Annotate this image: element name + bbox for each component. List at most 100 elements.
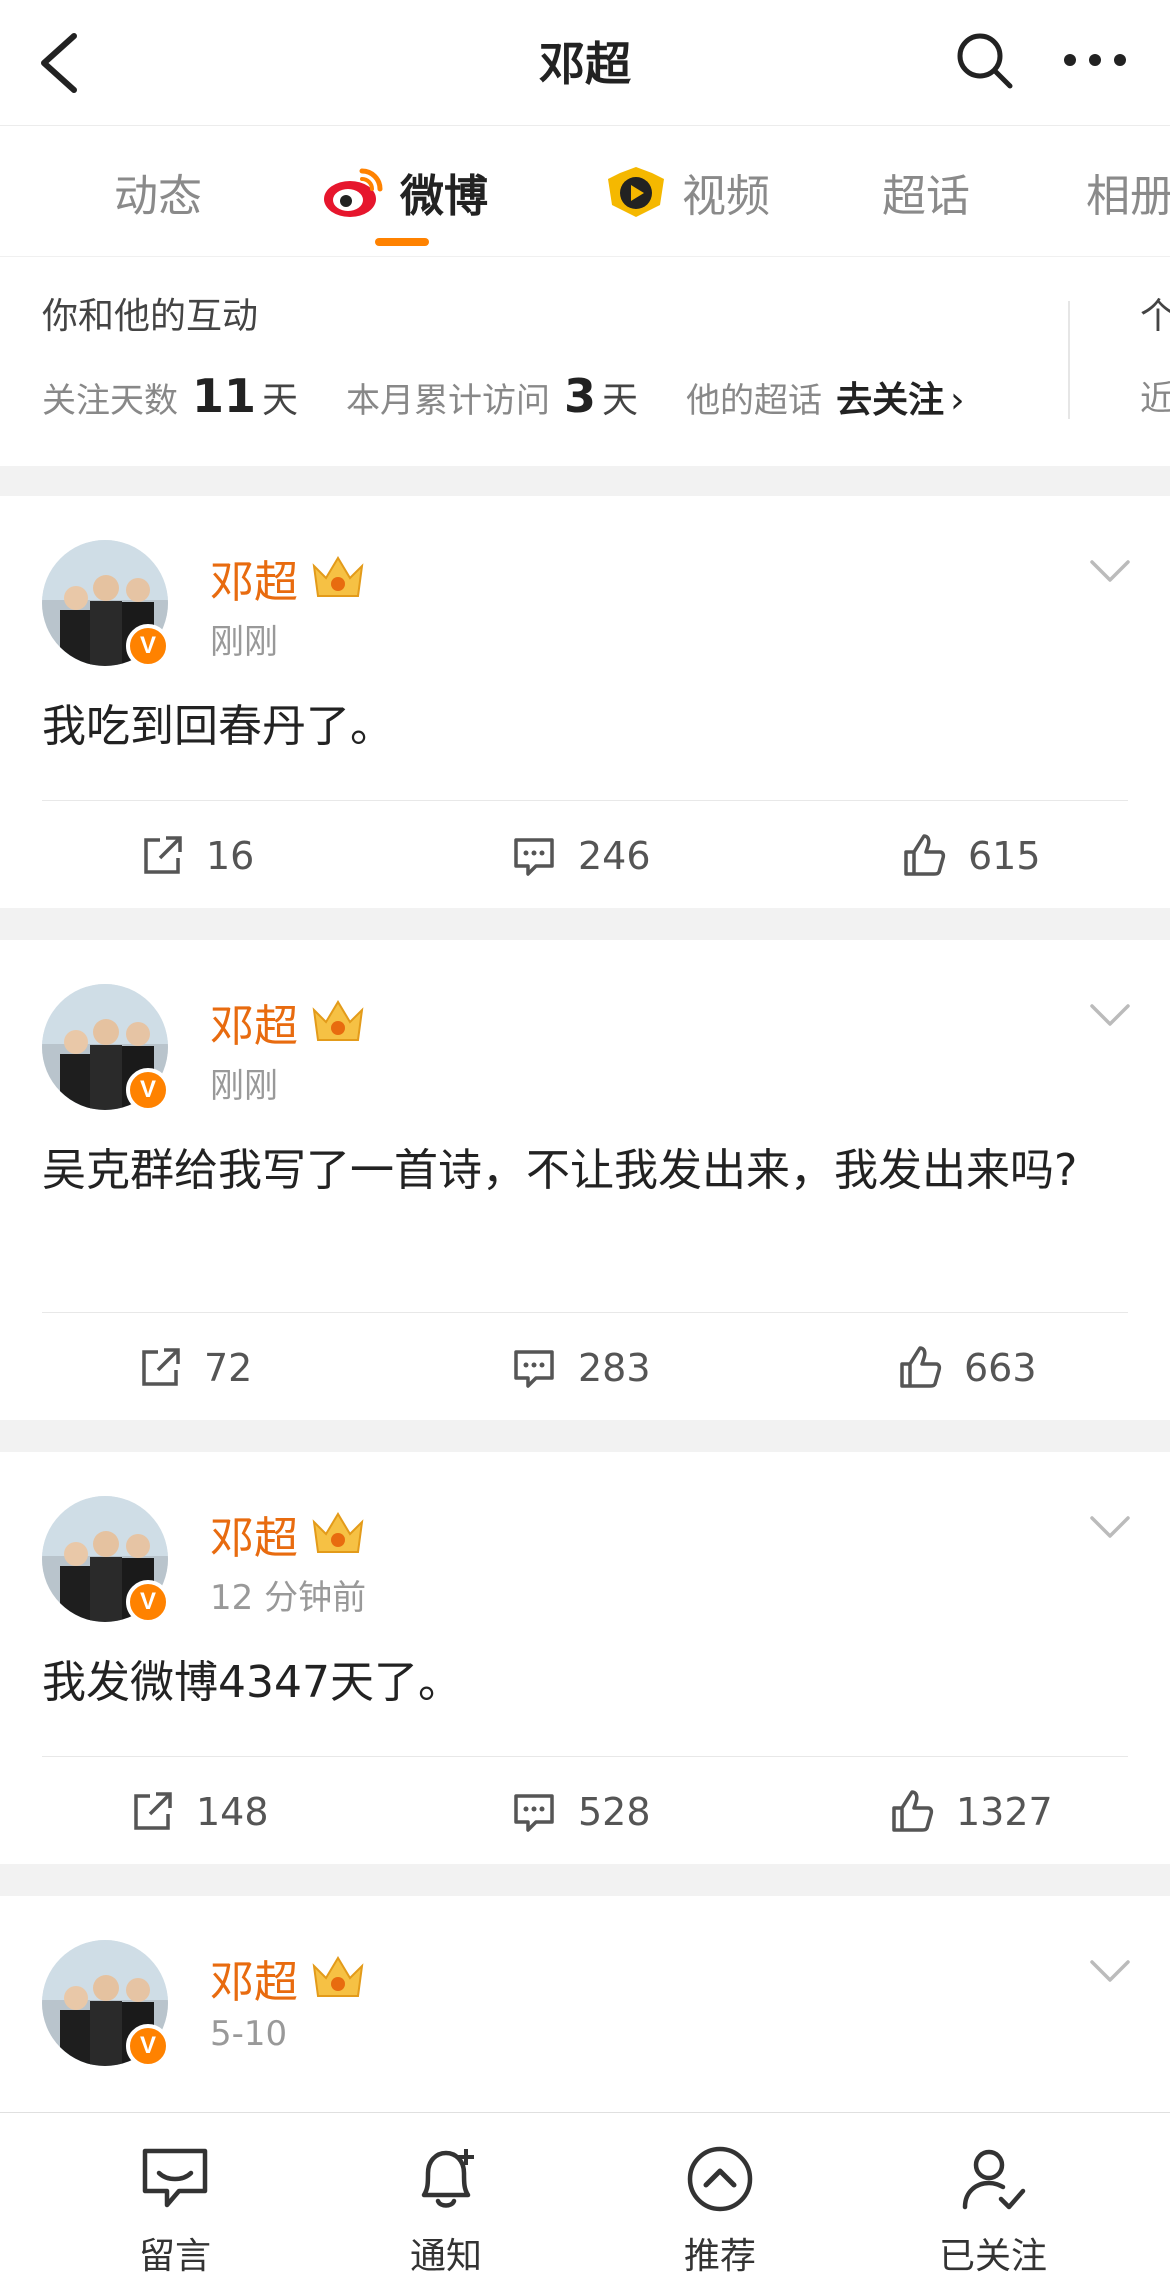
like-count: 615 — [968, 834, 1041, 878]
post-card[interactable]: V 邓超 刚刚 我吃到回春丹了。 16 246 615 — [0, 496, 1170, 908]
nav-message[interactable]: 留言 — [75, 2113, 275, 2294]
author-name: 邓超 — [210, 557, 298, 608]
nav-label: 已关注 — [938, 2236, 1047, 2277]
like-button[interactable]: 663 — [896, 1313, 1037, 1423]
thumbs-up-icon — [900, 1346, 942, 1388]
verified-badge: V — [126, 1068, 170, 1112]
message-icon — [142, 2148, 208, 2208]
tab-album[interactable]: 相册 — [1086, 162, 1170, 222]
chevron-down-icon[interactable] — [1088, 1512, 1132, 1542]
next-card-sub: 近 — [1140, 371, 1170, 420]
tab-label: 超话 — [882, 171, 970, 222]
comment-button[interactable]: 283 — [510, 1313, 651, 1423]
post-card[interactable]: V 邓超 12 分钟前 我发微博4347天了。 148 528 1327 — [0, 1452, 1170, 1864]
comment-button[interactable]: 528 — [510, 1757, 651, 1867]
chevron-down-icon[interactable] — [1088, 1956, 1132, 1986]
repost-icon — [134, 1792, 172, 1830]
search-icon[interactable] — [952, 28, 1016, 92]
comment-count: 246 — [578, 834, 651, 878]
like-count: 663 — [964, 1346, 1037, 1390]
tab-weibo[interactable]: 微博 — [322, 162, 488, 222]
next-card-heading[interactable]: 个 — [1140, 287, 1170, 339]
tab-video[interactable]: 视频 — [604, 162, 770, 222]
top-bar: 邓超 — [0, 0, 1170, 126]
monthly-visits-label: 本月累计访问 — [346, 381, 551, 421]
crown-badge-icon — [312, 1956, 364, 1997]
post-time: 刚刚 — [210, 622, 278, 662]
chevron-right-icon: › — [950, 380, 965, 421]
comment-icon — [514, 838, 554, 876]
post-actions: 72 283 663 — [42, 1312, 1128, 1422]
divider — [1068, 301, 1070, 419]
comment-button[interactable]: 246 — [510, 801, 651, 911]
thumbs-up-icon — [892, 1790, 934, 1832]
supertopic-label: 他的超话 — [686, 381, 823, 421]
post-author[interactable]: 邓超 — [210, 546, 368, 610]
post-card[interactable]: V 邓超 5-10 — [0, 1896, 1170, 2112]
tab-label: 微博 — [400, 171, 488, 222]
post-card[interactable]: V 邓超 刚刚 吴克群给我写了一首诗，不让我发出来，我发出来吗? 72 283 … — [0, 940, 1170, 1420]
interaction-stats: 关注天数 11 天 本月累计访问 3 天 他的超话 去关注 › — [42, 369, 964, 423]
comment-count: 528 — [578, 1790, 651, 1834]
thumbs-up-icon — [904, 834, 946, 876]
more-icon[interactable] — [1060, 28, 1130, 92]
interaction-heading: 你和他的互动 — [42, 296, 259, 337]
monthly-visits-value: 3 — [564, 369, 597, 423]
verified-badge: V — [126, 2024, 170, 2068]
follow-days-value: 11 — [192, 369, 257, 423]
repost-button[interactable]: 72 — [136, 1313, 252, 1423]
crown-badge-icon — [312, 1512, 364, 1553]
author-name: 邓超 — [210, 1957, 298, 2008]
bell-icon — [421, 2149, 474, 2208]
like-button[interactable]: 615 — [900, 801, 1041, 911]
nav-notify[interactable]: 通知 — [346, 2113, 546, 2294]
author-name: 邓超 — [210, 1001, 298, 1052]
follow-supertopic-link[interactable]: 去关注 — [836, 371, 944, 423]
post-text: 我发微博4347天了。 — [42, 1657, 462, 1708]
like-button[interactable]: 1327 — [888, 1757, 1053, 1867]
comment-icon — [514, 1350, 554, 1388]
post-text: 吴克群给我写了一首诗，不让我发出来，我发出来吗? — [42, 1145, 1078, 1196]
nav-recommend[interactable]: 推荐 — [620, 2113, 820, 2294]
tab-label: 动态 — [114, 171, 202, 222]
video-badge-icon — [608, 167, 664, 217]
nav-label: 留言 — [138, 2236, 211, 2277]
author-name: 邓超 — [210, 1513, 298, 1564]
repost-icon — [142, 1348, 180, 1386]
comment-count: 283 — [578, 1346, 651, 1390]
verified-badge: V — [126, 1580, 170, 1624]
chevron-down-icon[interactable] — [1088, 556, 1132, 586]
day-unit: 天 — [262, 380, 299, 421]
verified-badge: V — [126, 624, 170, 668]
post-time: 12 分钟前 — [210, 1578, 367, 1618]
recommend-icon — [687, 2146, 753, 2212]
chevron-down-icon[interactable] — [1088, 1000, 1132, 1030]
follow-days-label: 关注天数 — [42, 381, 178, 421]
post-time: 5-10 — [210, 2014, 288, 2054]
repost-button[interactable]: 16 — [138, 801, 254, 911]
tab-label: 相册 — [1086, 171, 1170, 222]
like-count: 1327 — [956, 1790, 1053, 1834]
post-text: 我吃到回春丹了。 — [42, 701, 394, 752]
comment-icon — [514, 1794, 554, 1832]
tab-dynamics[interactable]: 动态 — [114, 162, 202, 222]
repost-count: 16 — [206, 834, 255, 878]
post-author[interactable]: 邓超 — [210, 1946, 368, 2010]
post-author[interactable]: 邓超 — [210, 990, 368, 1054]
repost-icon — [144, 836, 182, 874]
day-unit: 天 — [602, 380, 639, 421]
interaction-panel: 你和他的互动 关注天数 11 天 本月累计访问 3 天 他的超话 去关注 › 个… — [0, 256, 1170, 466]
tab-supertopic[interactable]: 超话 — [882, 162, 970, 222]
post-author[interactable]: 邓超 — [210, 1502, 368, 1566]
repost-button[interactable]: 148 — [128, 1757, 269, 1867]
nav-following[interactable]: 已关注 — [893, 2113, 1093, 2294]
crown-badge-icon — [312, 556, 364, 597]
nav-label: 推荐 — [683, 2236, 756, 2277]
nav-label: 通知 — [409, 2236, 482, 2277]
bottom-nav: 留言 通知 推荐 已关注 — [0, 2112, 1170, 2294]
crown-badge-icon — [312, 1000, 364, 1041]
repost-count: 148 — [196, 1790, 269, 1834]
followed-user-icon — [962, 2149, 1026, 2210]
profile-tabs: 动态 微博 视频 超话 相册 — [0, 126, 1170, 256]
weibo-logo-icon — [324, 168, 383, 217]
